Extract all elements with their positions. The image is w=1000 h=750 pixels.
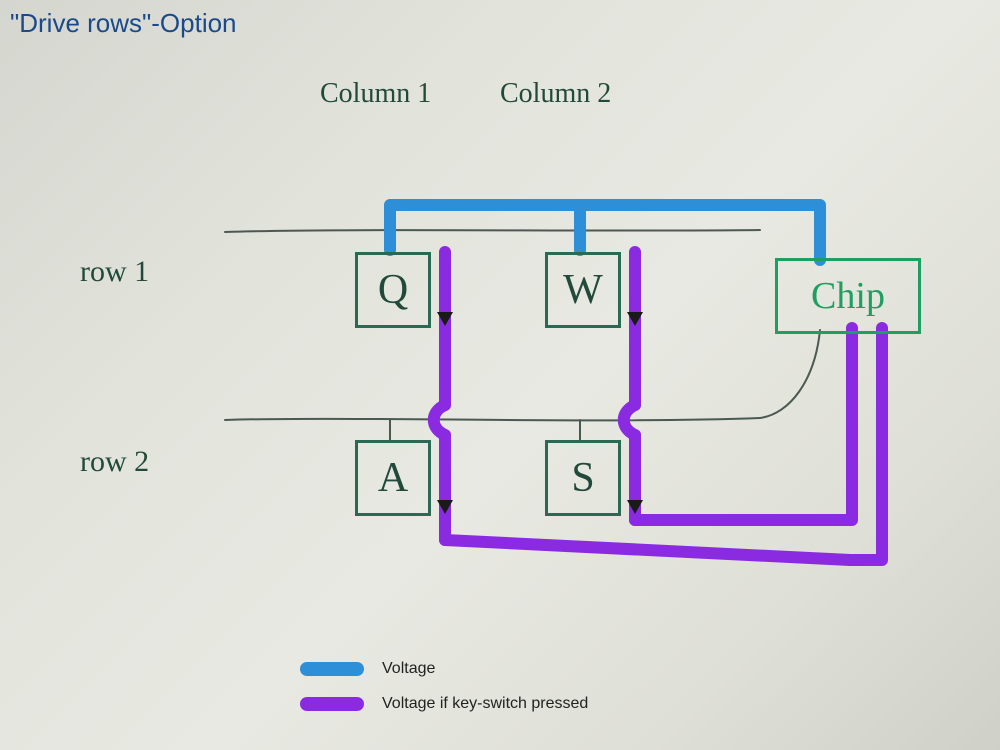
diagram-canvas: "Drive rows"-Option Column 1 Column 2 ro… (0, 0, 1000, 750)
legend-label-pressed: Voltage if key-switch pressed (382, 695, 588, 713)
key-w: W (545, 252, 621, 328)
label-row-2: row 2 (80, 445, 149, 479)
label-column-1: Column 1 (320, 78, 431, 110)
label-column-2: Column 2 (500, 78, 611, 110)
diode-arrow-icon (627, 312, 643, 326)
diode-arrow-icon (627, 500, 643, 514)
wires-layer (0, 0, 1000, 750)
legend-voltage: Voltage (300, 660, 435, 678)
diode-arrow-icon (437, 312, 453, 326)
legend-swatch-pressed (300, 697, 364, 711)
label-row-1: row 1 (80, 255, 149, 289)
legend-pressed: Voltage if key-switch pressed (300, 695, 588, 713)
chip: Chip (775, 258, 921, 334)
key-a: A (355, 440, 431, 516)
key-s: S (545, 440, 621, 516)
diode-arrow-icon (437, 500, 453, 514)
diagram-title: "Drive rows"-Option (10, 8, 237, 39)
key-q: Q (355, 252, 431, 328)
legend-label-voltage: Voltage (382, 660, 435, 678)
legend-swatch-voltage (300, 662, 364, 676)
